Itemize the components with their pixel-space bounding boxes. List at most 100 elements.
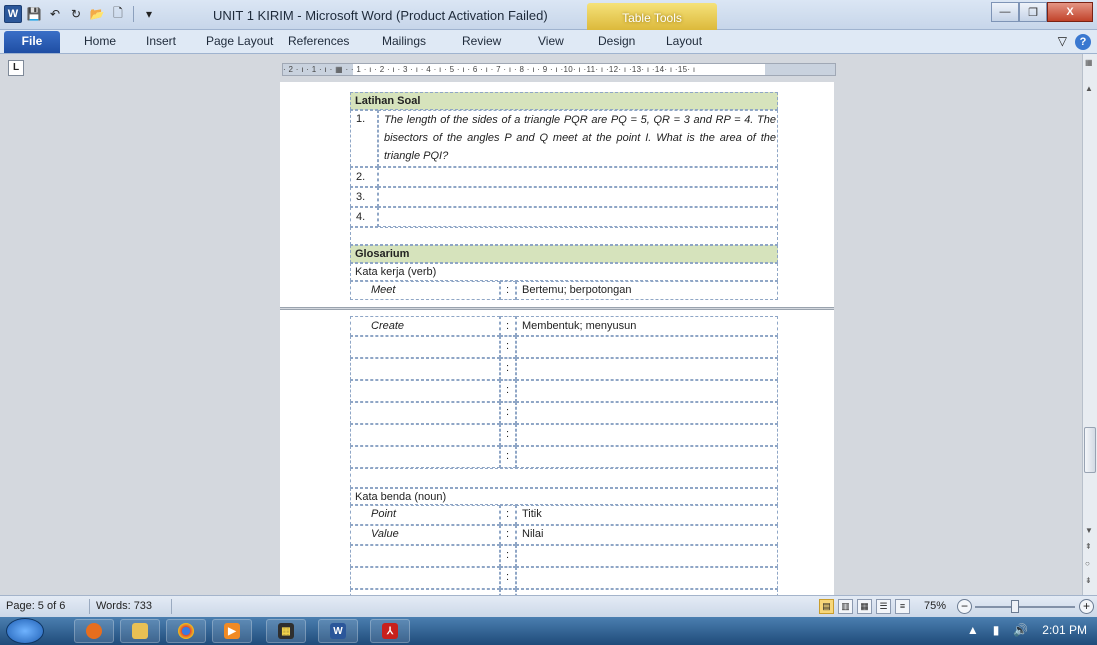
minimize-ribbon-icon[interactable]: ▽: [1058, 34, 1067, 50]
taskbar-word[interactable]: W: [318, 619, 358, 643]
print-layout-view-icon[interactable]: ▤: [819, 599, 834, 614]
system-tray: ▲ ▮ 🔊 2:01 PM: [967, 623, 1087, 637]
outline-view-icon[interactable]: ☰: [876, 599, 891, 614]
ribbon-tabs: File Home Insert Page Layout References …: [0, 30, 1097, 54]
glossary-separator-cell: :: [500, 336, 516, 358]
glossary-separator: :: [506, 571, 510, 583]
ruler-labels: · 2 · ı · 1 · ı · ▦ · · 1 · ı · 2 · ı · …: [283, 65, 696, 74]
page-count[interactable]: Page: 5 of 6: [6, 600, 65, 612]
zoom-out-button[interactable]: −: [957, 599, 972, 614]
question-number-cell: 4.: [350, 207, 378, 227]
full-screen-reading-icon[interactable]: ▥: [838, 599, 853, 614]
glossary-term: Meet: [371, 284, 396, 296]
next-page-icon[interactable]: ⇟: [1085, 576, 1092, 585]
undo-icon[interactable]: ↶: [46, 5, 64, 23]
tab-mailings[interactable]: Mailings: [382, 34, 426, 48]
zoom-level[interactable]: 75%: [924, 600, 946, 612]
question-number: 3.: [356, 191, 366, 203]
quick-access-toolbar: W 💾 ↶ ↻ 📂 🗋 ▾: [4, 5, 158, 23]
glossary-term-cell: [350, 358, 500, 380]
taskbar-chrome[interactable]: [166, 619, 206, 643]
new-document-icon[interactable]: 🗋: [109, 5, 127, 23]
glossary-term-cell: [350, 402, 500, 424]
question-text-cell[interactable]: [378, 207, 778, 227]
close-button[interactable]: X: [1047, 2, 1093, 22]
open-folder-icon[interactable]: 📂: [88, 5, 106, 23]
status-separator: [171, 599, 172, 614]
media-player-icon: ▶: [224, 623, 240, 639]
customize-qat-icon[interactable]: ▾: [140, 5, 158, 23]
glossary-meaning-cell: [516, 336, 778, 358]
browse-object-icon[interactable]: ○: [1085, 559, 1090, 568]
taskbar-firefox[interactable]: [74, 619, 114, 643]
word-count[interactable]: Words: 733: [96, 600, 152, 612]
glossary-separator: :: [506, 450, 510, 462]
battery-icon[interactable]: ▮: [993, 623, 1000, 637]
document-area[interactable]: Latihan Soal 1. The length of the sides …: [0, 82, 1082, 595]
word-app-icon[interactable]: W: [4, 5, 22, 23]
chrome-icon: [178, 623, 194, 639]
previous-page-icon[interactable]: ⇞: [1085, 542, 1092, 551]
question-text-cell[interactable]: [378, 167, 778, 187]
glossary-separator-cell: :: [500, 424, 516, 446]
scrollbar-thumb[interactable]: [1084, 427, 1096, 473]
question-text: The length of the sides of a triangle PQ…: [384, 114, 776, 162]
tab-file[interactable]: File: [4, 31, 60, 53]
zoom-slider[interactable]: [975, 606, 1075, 608]
taskbar-explorer[interactable]: [120, 619, 160, 643]
minimize-button[interactable]: —: [991, 2, 1019, 22]
tab-design[interactable]: Design: [598, 34, 635, 48]
glossary-meaning: Bertemu; berpotongan: [522, 284, 632, 296]
question-text-cell[interactable]: [378, 187, 778, 207]
noun-label-cell: Kata benda (noun): [350, 488, 778, 505]
glossary-separator-cell: :: [500, 545, 516, 567]
zoom-slider-thumb[interactable]: [1011, 600, 1019, 613]
horizontal-ruler[interactable]: · 2 · ı · 1 · ı · ▦ · · 1 · ı · 2 · ı · …: [282, 63, 836, 76]
latihan-header: Latihan Soal: [355, 95, 421, 107]
tab-review[interactable]: Review: [462, 34, 501, 48]
maximize-button[interactable]: ❐: [1019, 2, 1047, 22]
taskbar-adobe-reader[interactable]: ⅄: [370, 619, 410, 643]
scroll-up-icon[interactable]: ▲: [1085, 84, 1093, 93]
glossary-term-cell: Point: [350, 505, 500, 525]
volume-icon[interactable]: 🔊: [1013, 623, 1028, 637]
adobe-reader-icon: ⅄: [382, 623, 398, 639]
verb-label: Kata kerja (verb): [355, 266, 437, 278]
redo-icon[interactable]: ↻: [67, 5, 85, 23]
draft-view-icon[interactable]: ≡: [895, 599, 910, 614]
scroll-down-icon[interactable]: ▼: [1085, 526, 1093, 535]
start-button[interactable]: [6, 618, 44, 644]
glossary-separator: :: [506, 340, 510, 352]
tab-home[interactable]: Home: [84, 34, 116, 48]
glossary-term-cell: [350, 545, 500, 567]
ruler-toggle-icon[interactable]: ▦: [1085, 58, 1093, 67]
glossary-meaning-cell: Bertemu; berpotongan: [516, 281, 778, 300]
zoom-in-button[interactable]: +: [1079, 599, 1094, 614]
tab-page-layout[interactable]: Page Layout: [206, 34, 273, 48]
taskbar-calculator[interactable]: ▦: [266, 619, 306, 643]
glossary-meaning-cell: [516, 545, 778, 567]
web-layout-icon[interactable]: ▦: [857, 599, 872, 614]
glossary-meaning-cell: [516, 424, 778, 446]
verb-label-cell: Kata kerja (verb): [350, 263, 778, 281]
taskbar-media-player[interactable]: ▶: [212, 619, 252, 643]
save-icon[interactable]: 💾: [25, 5, 43, 23]
clock[interactable]: 2:01 PM: [1042, 623, 1087, 637]
glossary-term-cell: [350, 336, 500, 358]
show-hidden-icons-icon[interactable]: ▲: [967, 623, 979, 637]
vertical-scrollbar[interactable]: ▦ ▲ ▼ ⇞ ○ ⇟: [1082, 54, 1097, 595]
ribbon-right-controls: ▽ ?: [1058, 34, 1091, 50]
glossary-term-cell: Value: [350, 525, 500, 545]
tab-selector-button[interactable]: L: [8, 60, 24, 76]
document-page[interactable]: Create : Membentuk; menyusun : : : : : :…: [280, 309, 834, 595]
table-tools-context-label: Table Tools: [587, 3, 717, 30]
document-page[interactable]: Latihan Soal 1. The length of the sides …: [280, 82, 834, 308]
glosarium-header: Glosarium: [355, 248, 410, 260]
glossary-meaning: Nilai: [522, 528, 544, 540]
tab-references[interactable]: References: [288, 34, 349, 48]
help-icon[interactable]: ?: [1075, 34, 1091, 50]
question-text-cell[interactable]: The length of the sides of a triangle PQ…: [378, 110, 778, 167]
tab-view[interactable]: View: [538, 34, 564, 48]
tab-layout[interactable]: Layout: [666, 34, 702, 48]
tab-insert[interactable]: Insert: [146, 34, 176, 48]
